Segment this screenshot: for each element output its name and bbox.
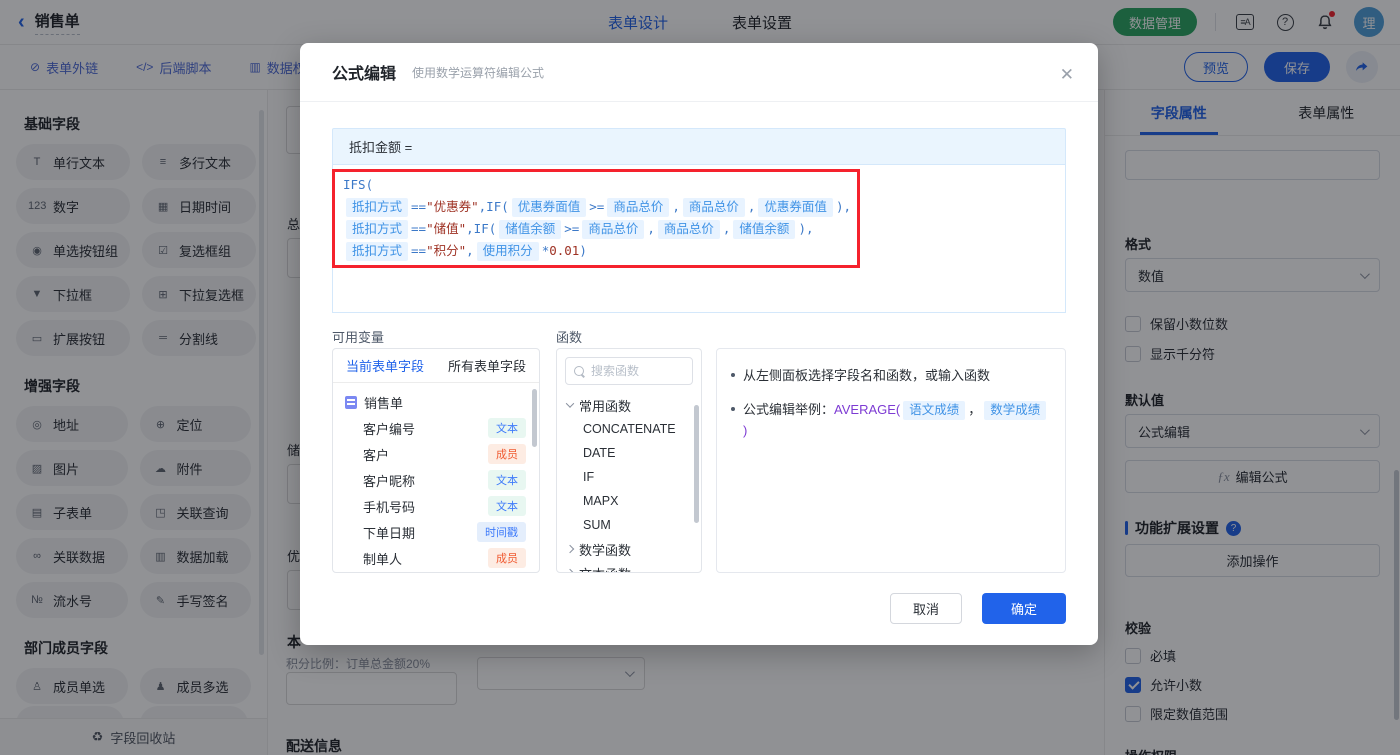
variable-rows: 客户编号文本客户成员客户昵称文本手机号码文本下单日期时间戳制单人成员 [333,415,539,571]
variable-type-badge: 成员 [488,444,526,464]
variable-row[interactable]: 客户昵称文本 [333,467,539,493]
variable-name: 客户昵称 [363,471,488,490]
form-node[interactable]: 销售单 [333,389,539,415]
formula-token: == [411,243,426,258]
tip-line: 从左侧面板选择字段名和函数，或输入函数 [731,365,1051,386]
tips-panel: 从左侧面板选择字段名和函数，或输入函数 公式编辑举例：AVERAGE(语文成绩，… [716,348,1066,573]
field-chip: 商品总价 [607,198,669,217]
variable-row[interactable]: 下单日期时间戳 [333,519,539,545]
variable-type-badge: 文本 [488,470,526,490]
confirm-button[interactable]: 确定 [982,593,1066,624]
search-icon [574,366,585,377]
function-group-collapsed[interactable]: 文本函数 [557,561,701,573]
function-item[interactable]: MAPX [557,489,701,513]
variable-name: 手机号码 [363,497,488,516]
field-chip: 使用积分 [477,242,539,261]
tab-all-form-fields[interactable]: 所有表单字段 [448,356,526,375]
variable-row[interactable]: 制单人成员 [333,545,539,571]
variable-name: 制单人 [363,549,488,568]
formula-token: , [466,243,474,258]
formula-token: == [411,221,426,236]
formula-line: 抵扣方式=="优惠券",IF(优惠券面值>=商品总价,商品总价,优惠券面值), [343,196,1055,218]
field-chip: 抵扣方式 [346,198,408,217]
variables-label: 可用变量 [332,327,384,346]
formula-token: == [411,199,426,214]
functions-label: 函数 [556,327,582,346]
formula-token: , [647,221,655,236]
variable-row[interactable]: 手机号码文本 [333,493,539,519]
function-item[interactable]: DATE [557,441,701,465]
variables-panel: 当前表单字段 所有表单字段 销售单 客户编号文本客户成员客户昵称文本手机号码文本… [332,348,540,573]
formula-token: >= [589,199,604,214]
chevron-right-icon [566,569,574,573]
formula-lines: IFS(抵扣方式=="优惠券",IF(优惠券面值>=商品总价,商品总价,优惠券面… [343,174,1055,262]
function-group-name: 常用函数 [579,396,631,415]
variables-scrollbar[interactable] [532,389,537,447]
modal-title: 公式编辑 [332,60,396,84]
formula-token: ,IF( [466,221,496,236]
form-doc-icon [345,396,357,409]
formula-token: "优惠券" [426,199,479,214]
formula-token: >= [564,221,579,236]
formula-token: "储值" [426,221,466,236]
cancel-button[interactable]: 取消 [890,593,962,624]
functions-panel: 常用函数 CONCATENATEDATEIFMAPXSUM 数学函数文本函数 [556,348,702,573]
field-chip: 抵扣方式 [346,220,408,239]
function-item[interactable]: IF [557,465,701,489]
variable-type-badge: 文本 [488,418,526,438]
formula-target: 抵扣金额 = [332,128,1066,164]
modal-subtitle: 使用数学运算符编辑公式 [412,64,544,81]
formula-token: , [723,221,731,236]
variable-type-badge: 时间戳 [477,522,526,542]
field-chip: 商品总价 [582,220,644,239]
function-group-name: 数学函数 [579,540,631,559]
formula-line: 抵扣方式=="积分",使用积分*0.01) [343,240,1055,262]
functions-scrollbar[interactable] [694,405,699,523]
formula-token: , [672,199,680,214]
variable-type-badge: 成员 [488,548,526,568]
function-group-expanded[interactable]: 常用函数 [557,393,701,417]
variable-row[interactable]: 客户成员 [333,441,539,467]
field-chip: 数学成绩 [984,401,1046,420]
formula-token: ), [798,221,813,236]
formula-line: IFS( [343,174,1055,196]
close-icon[interactable]: ✕ [1060,65,1074,85]
formula-editor-modal: 公式编辑 使用数学运算符编辑公式 ✕ 抵扣金额 = IFS(抵扣方式=="优惠券… [300,43,1098,645]
formula-token: , [748,199,756,214]
example-function: AVERAGE( [834,402,900,417]
variable-name: 下单日期 [363,523,477,542]
formula-line: 抵扣方式=="储值",IF(储值余额>=商品总价,商品总价,储值余额), [343,218,1055,240]
field-chip: 储值余额 [499,220,561,239]
field-chip: 储值余额 [733,220,795,239]
formula-token: ) [579,243,587,258]
field-chip: 语文成绩 [903,401,965,420]
variable-row[interactable]: 客户编号文本 [333,415,539,441]
variable-name: 客户 [363,445,488,464]
field-chip: 优惠券面值 [512,198,587,217]
app-root: ‹ 销售单 表单设计 表单设置 数据管理 ≡A ? 理 ⊘ [0,0,1400,755]
function-group-collapsed[interactable]: 数学函数 [557,537,701,561]
chevron-down-icon [566,399,574,407]
formula-token: 0.01 [549,243,579,258]
formula-token: IFS( [343,177,373,192]
field-chip: 抵扣方式 [346,242,408,261]
field-chip: 优惠券面值 [758,198,833,217]
tab-current-form-fields[interactable]: 当前表单字段 [346,356,424,375]
variable-name: 客户编号 [363,419,488,438]
function-search[interactable] [565,357,693,385]
variable-type-badge: 文本 [488,496,526,516]
tip-line: 公式编辑举例：AVERAGE(语文成绩，数学成绩) [731,399,1051,441]
function-search-input[interactable] [591,364,676,378]
function-group-name: 文本函数 [579,564,631,574]
formula-token: "积分" [426,243,466,258]
field-chip: 商品总价 [683,198,745,217]
function-item[interactable]: SUM [557,513,701,537]
field-chip: 商品总价 [658,220,720,239]
formula-token: ,IF( [479,199,509,214]
formula-token: ), [836,199,851,214]
function-list: 常用函数 CONCATENATEDATEIFMAPXSUM 数学函数文本函数 [557,393,701,573]
formula-editor[interactable]: IFS(抵扣方式=="优惠券",IF(优惠券面值>=商品总价,商品总价,优惠券面… [332,164,1066,313]
chevron-right-icon [566,545,574,553]
function-item[interactable]: CONCATENATE [557,417,701,441]
